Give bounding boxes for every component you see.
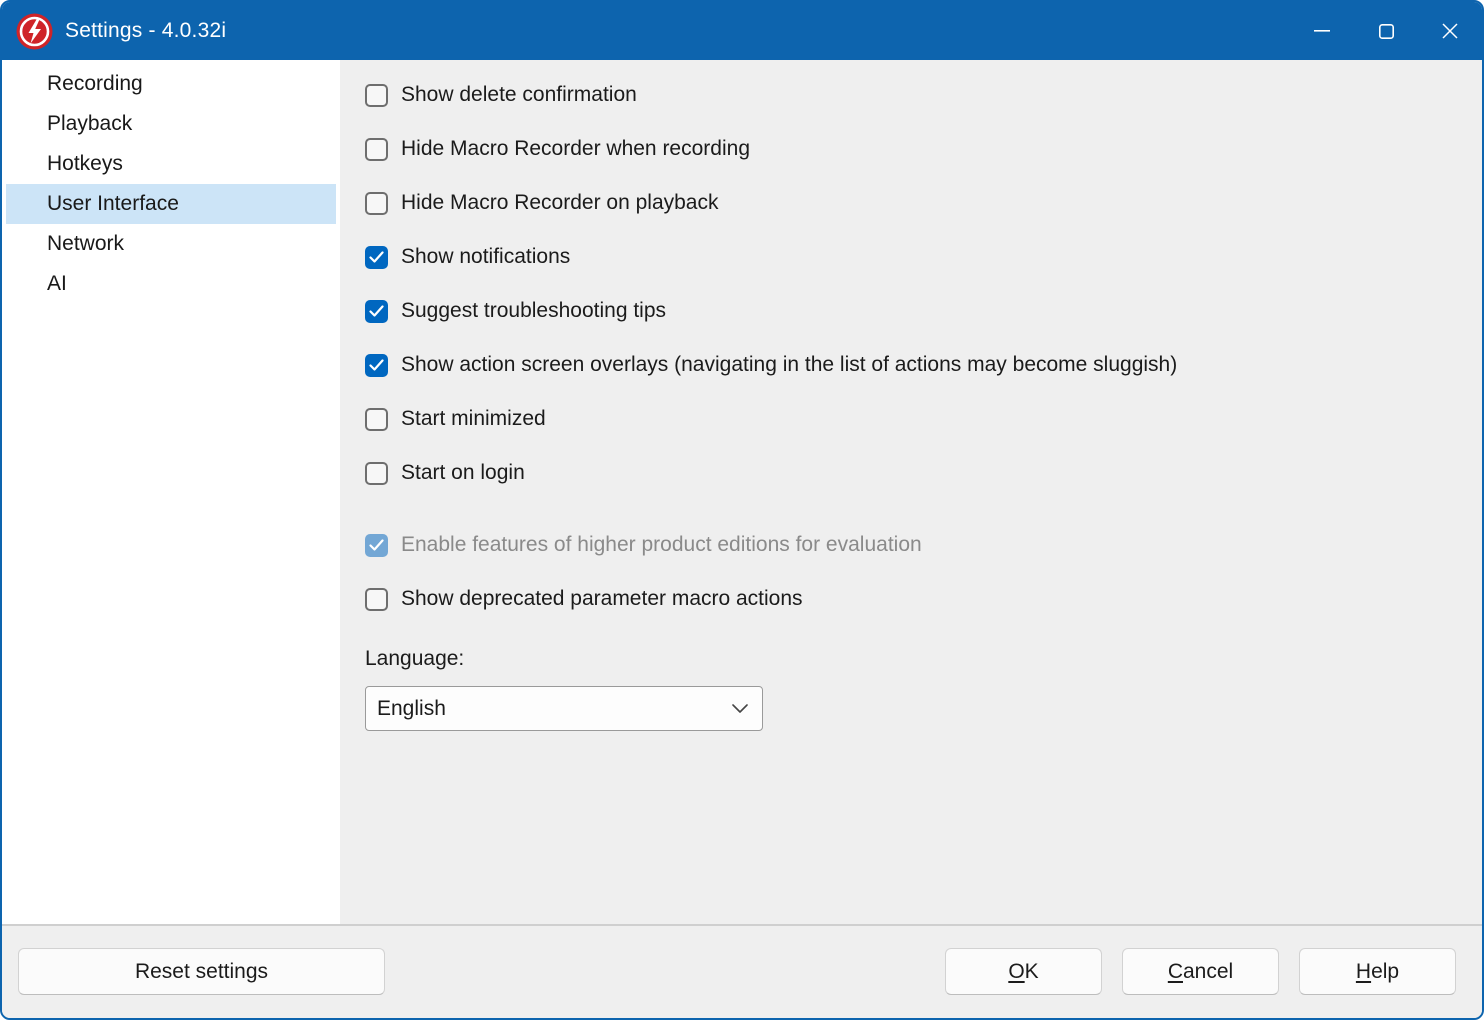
checkbox-show-delete-confirmation[interactable]: Show delete confirmation bbox=[365, 68, 1462, 122]
checkbox-label: Hide Macro Recorder when recording bbox=[401, 137, 750, 161]
close-button[interactable] bbox=[1418, 2, 1482, 60]
sidebar-item-hotkeys[interactable]: Hotkeys bbox=[6, 144, 336, 184]
language-selected-value: English bbox=[377, 697, 446, 721]
window-body: Recording Playback Hotkeys User Interfac… bbox=[2, 60, 1482, 924]
ok-label: OK bbox=[946, 960, 1101, 984]
settings-sidebar: Recording Playback Hotkeys User Interfac… bbox=[2, 60, 340, 924]
checkbox[interactable] bbox=[365, 354, 388, 377]
checkbox-hide-on-playback[interactable]: Hide Macro Recorder on playback bbox=[365, 176, 1462, 230]
checkmark-icon bbox=[369, 359, 384, 371]
sidebar-item-label: User Interface bbox=[47, 192, 179, 216]
checkbox-label: Show notifications bbox=[401, 245, 570, 269]
sidebar-item-label: Hotkeys bbox=[47, 152, 123, 176]
language-label: Language: bbox=[365, 646, 1462, 672]
help-label: Help bbox=[1300, 960, 1455, 984]
checkbox-label: Start minimized bbox=[401, 407, 546, 431]
checkbox[interactable] bbox=[365, 300, 388, 323]
checkbox-label: Enable features of higher product editio… bbox=[401, 533, 922, 557]
settings-panel-user-interface: Show delete confirmation Hide Macro Reco… bbox=[340, 60, 1482, 924]
checkbox[interactable] bbox=[365, 246, 388, 269]
checkbox-label: Start on login bbox=[401, 461, 525, 485]
ok-button[interactable]: OK bbox=[945, 948, 1102, 995]
checkbox[interactable] bbox=[365, 192, 388, 215]
sidebar-item-user-interface[interactable]: User Interface bbox=[6, 184, 336, 224]
checkbox-suggest-troubleshooting-tips[interactable]: Suggest troubleshooting tips bbox=[365, 284, 1462, 338]
app-icon bbox=[16, 13, 53, 50]
window-title: Settings - 4.0.32i bbox=[65, 19, 226, 43]
checkbox-label: Show action screen overlays (navigating … bbox=[401, 353, 1177, 377]
sidebar-item-label: Playback bbox=[47, 112, 132, 136]
checkbox-label: Suggest troubleshooting tips bbox=[401, 299, 666, 323]
sidebar-item-label: Recording bbox=[47, 72, 143, 96]
checkbox[interactable] bbox=[365, 408, 388, 431]
sidebar-item-playback[interactable]: Playback bbox=[6, 104, 336, 144]
reset-settings-button[interactable]: Reset settings bbox=[18, 948, 385, 995]
checkbox[interactable] bbox=[365, 588, 388, 611]
minimize-button[interactable] bbox=[1290, 2, 1354, 60]
help-button[interactable]: Help bbox=[1299, 948, 1456, 995]
checkbox-start-on-login[interactable]: Start on login bbox=[365, 446, 1462, 500]
sidebar-item-network[interactable]: Network bbox=[6, 224, 336, 264]
checkbox-show-action-screen-overlays[interactable]: Show action screen overlays (navigating … bbox=[365, 338, 1462, 392]
checkbox[interactable] bbox=[365, 84, 388, 107]
checkbox-label: Hide Macro Recorder on playback bbox=[401, 191, 718, 215]
sidebar-item-label: Network bbox=[47, 232, 124, 256]
checkmark-icon bbox=[369, 305, 384, 317]
settings-window: Settings - 4.0.32i Recording Playback Ho… bbox=[0, 0, 1484, 1020]
checkbox-show-deprecated-parameter-actions[interactable]: Show deprecated parameter macro actions bbox=[365, 572, 1462, 626]
checkmark-icon bbox=[369, 251, 384, 263]
sidebar-item-ai[interactable]: AI bbox=[6, 264, 336, 304]
checkbox[interactable] bbox=[365, 462, 388, 485]
checkbox-show-notifications[interactable]: Show notifications bbox=[365, 230, 1462, 284]
reset-settings-label: Reset settings bbox=[19, 960, 384, 984]
checkbox-label: Show deprecated parameter macro actions bbox=[401, 587, 803, 611]
checkbox-enable-higher-edition-features: Enable features of higher product editio… bbox=[365, 518, 1462, 572]
checkbox-hide-when-recording[interactable]: Hide Macro Recorder when recording bbox=[365, 122, 1462, 176]
window-controls bbox=[1290, 2, 1482, 60]
maximize-button[interactable] bbox=[1354, 2, 1418, 60]
sidebar-item-label: AI bbox=[47, 272, 67, 296]
chevron-down-icon bbox=[732, 704, 748, 713]
checkbox-start-minimized[interactable]: Start minimized bbox=[365, 392, 1462, 446]
titlebar[interactable]: Settings - 4.0.32i bbox=[2, 2, 1482, 60]
sidebar-item-recording[interactable]: Recording bbox=[6, 64, 336, 104]
language-select[interactable]: English bbox=[365, 686, 763, 731]
checkmark-icon bbox=[369, 539, 384, 551]
checkbox-label: Show delete confirmation bbox=[401, 83, 637, 107]
checkbox[interactable] bbox=[365, 138, 388, 161]
checkbox bbox=[365, 534, 388, 557]
cancel-button[interactable]: Cancel bbox=[1122, 948, 1279, 995]
dialog-footer: Reset settings OK Cancel Help bbox=[2, 924, 1482, 1018]
cancel-label: Cancel bbox=[1123, 960, 1278, 984]
